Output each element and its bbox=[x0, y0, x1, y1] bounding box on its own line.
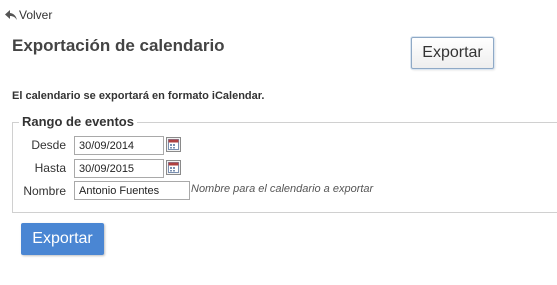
arrow-back-icon bbox=[4, 9, 18, 21]
format-info-text: El calendario se exportará en formato iC… bbox=[12, 90, 265, 102]
export-calendar-page: Volver Exportación de calendario Exporta… bbox=[0, 0, 557, 285]
back-link[interactable]: Volver bbox=[4, 8, 52, 22]
to-date-label: Hasta bbox=[34, 161, 66, 175]
from-date-input[interactable] bbox=[74, 136, 164, 155]
export-button[interactable]: Exportar bbox=[21, 223, 104, 255]
back-link-label: Volver bbox=[19, 8, 53, 22]
calendar-icon[interactable] bbox=[166, 137, 181, 152]
event-range-legend: Rango de eventos bbox=[19, 114, 137, 129]
to-date-input[interactable] bbox=[74, 159, 164, 178]
export-button-top[interactable]: Exportar bbox=[411, 37, 494, 69]
page-title: Exportación de calendario bbox=[12, 36, 225, 55]
calendar-name-input[interactable] bbox=[74, 181, 190, 200]
calendar-name-hint: Nombre para el calendario a exportar bbox=[191, 183, 374, 195]
from-date-label: Desde bbox=[31, 138, 66, 152]
calendar-icon[interactable] bbox=[166, 160, 181, 175]
calendar-name-label: Nombre bbox=[23, 184, 66, 198]
